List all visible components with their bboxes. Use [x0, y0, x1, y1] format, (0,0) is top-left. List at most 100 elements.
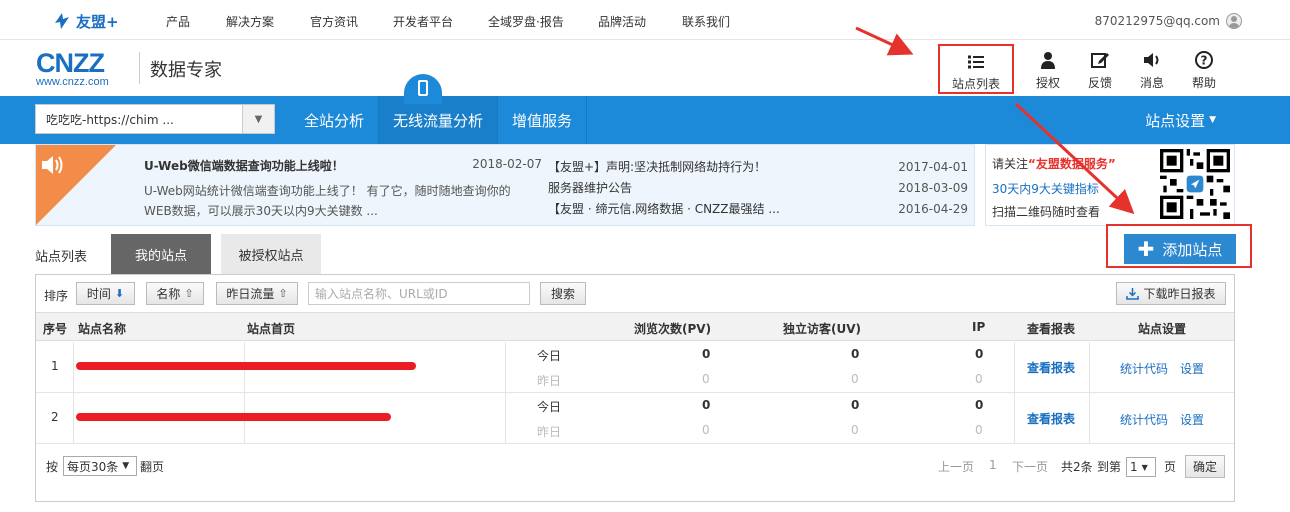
help-icon: ?: [1195, 51, 1213, 69]
authorize-button[interactable]: 授权: [1022, 44, 1074, 92]
notice-main-desc-line1: U-Web网站统计微信端查询功能上线了！ 有了它，随时随地查询你的: [144, 184, 511, 198]
follow-line2[interactable]: 30天内9大关键指标: [992, 180, 1099, 197]
search-button[interactable]: 搜索: [540, 282, 586, 305]
user-account[interactable]: 870212975@qq.com: [1095, 13, 1242, 29]
top-nav-contact[interactable]: 联系我们: [682, 13, 730, 30]
arrow-up-icon: ⇧: [278, 287, 288, 300]
authorize-label: 授权: [1035, 76, 1060, 90]
per-page-select[interactable]: 每页30条 ▼: [63, 456, 137, 476]
top-nav-developer[interactable]: 开发者平台: [393, 13, 453, 30]
uv-today: 0: [851, 398, 860, 412]
help-button[interactable]: ? 帮助: [1178, 44, 1230, 92]
view-report-link[interactable]: 查看报表: [1027, 359, 1075, 376]
product-name: 数据专家: [150, 60, 222, 81]
goto-suffix: 页: [1164, 460, 1177, 474]
col-pv: 浏览次数(PV): [634, 322, 712, 336]
notice-item-date: 2018-03-09: [898, 181, 968, 195]
user-avatar-icon: [1226, 13, 1242, 29]
sort-name-label: 名称: [156, 287, 181, 301]
cell-divider: [505, 342, 506, 393]
site-list-label: 站点列表: [951, 77, 1000, 91]
site-list-button[interactable]: 站点列表: [938, 44, 1014, 94]
add-site-highlight: ✚ 添加站点: [1106, 224, 1252, 268]
today-label: 今日: [537, 349, 562, 363]
download-report-label: 下载昨日报表: [1143, 287, 1216, 301]
mobile-phone-icon: [418, 80, 428, 96]
message-button[interactable]: 消息: [1126, 44, 1178, 92]
view-report-link[interactable]: 查看报表: [1027, 410, 1075, 427]
site-selector[interactable]: 吃吃吃-https://chim ... ▼: [35, 104, 275, 134]
tracking-code-link[interactable]: 统计代码: [1120, 411, 1168, 428]
notice-item[interactable]: 【友盟 · 缔元信.网络数据 · CNZZ最强结 ... 2016-04-29: [548, 199, 968, 220]
site-settings-menu[interactable]: 站点设置 ▼: [1145, 96, 1216, 144]
notice-list: 【友盟+】声明:坚决抵制网络劫持行为！ 2017-04-01 服务器维护公告 2…: [548, 157, 968, 220]
cell-divider: [73, 393, 74, 444]
top-nav-brand-events[interactable]: 品牌活动: [598, 13, 646, 30]
uv-yesterday: 0: [851, 372, 859, 386]
top-nav-product[interactable]: 产品: [166, 13, 190, 30]
prev-page-link[interactable]: 上一页: [938, 458, 974, 475]
cnzz-logo[interactable]: CNZZ www.cnzz.com: [36, 50, 132, 89]
top-nav-solutions[interactable]: 解决方案: [226, 13, 274, 30]
per-page-value: 每页30条: [67, 459, 119, 474]
list-icon: [968, 55, 984, 69]
umeng-brand[interactable]: 友盟+: [52, 9, 119, 33]
notice-panel: U-Web微信端数据查询功能上线啦！ 2018-02-07 U-Web网站统计微…: [35, 144, 975, 226]
site-search-input[interactable]: [308, 282, 530, 305]
speaker-icon: [1144, 53, 1159, 67]
help-label: 帮助: [1191, 76, 1216, 90]
goto-page-select[interactable]: 1 ▼: [1126, 457, 1156, 477]
arrow-down-icon: ⬇: [114, 287, 125, 300]
qr-code-icon: [1160, 149, 1230, 219]
ip-today: 0: [975, 347, 984, 361]
follow-highlight: “友盟数据服务”: [1028, 157, 1116, 171]
follow-line1: 请关注“友盟数据服务”: [992, 155, 1116, 172]
next-page-link[interactable]: 下一页: [1012, 458, 1048, 475]
site-settings-label: 站点设置: [1145, 111, 1206, 130]
add-site-button[interactable]: ✚ 添加站点: [1124, 234, 1236, 264]
tab-my-sites[interactable]: 我的站点: [111, 234, 211, 274]
sort-time-button[interactable]: 时间 ⬇: [76, 282, 135, 305]
per-page-prefix: 按: [46, 460, 59, 474]
col-ip: IP: [972, 320, 986, 334]
top-nav-compass[interactable]: 全域罗盘·报告: [488, 13, 564, 30]
pv-yesterday: 0: [702, 372, 710, 386]
main-nav-bar: 吃吃吃-https://chim ... ▼ 全站分析 无线流量分析 增值服务 …: [0, 74, 1290, 144]
total-count: 共2条: [1061, 460, 1093, 474]
site-settings-link[interactable]: 设置: [1180, 360, 1204, 377]
table-row: 2 今日 昨日 0 0 0 0 0 0 查看报表 统计代码 设置: [36, 393, 1234, 444]
notice-item-date: 2016-04-29: [898, 202, 968, 216]
caret-down-icon: ▼: [122, 461, 130, 471]
tab-authorized-sites[interactable]: 被授权站点: [221, 234, 321, 274]
yesterday-label: 昨日: [537, 374, 562, 388]
notice-item-date: 2017-04-01: [898, 160, 968, 174]
header-icons: 站点列表 授权 反馈 消息 ? 帮助: [938, 44, 1230, 94]
feedback-button[interactable]: 反馈: [1074, 44, 1126, 92]
top-nav-news[interactable]: 官方资讯: [310, 13, 358, 30]
today-label: 今日: [537, 400, 562, 414]
header: CNZZ www.cnzz.com 数据专家 站点列表 授权 反馈 消息 ? 帮…: [0, 40, 1290, 96]
notice-main-date: 2018-02-07: [472, 157, 542, 171]
notice-item[interactable]: 【友盟+】声明:坚决抵制网络劫持行为！ 2017-04-01: [548, 157, 968, 178]
message-label: 消息: [1139, 76, 1164, 90]
table-row: 1 今日 昨日 0 0 0 0 0 0 查看报表 统计代码 设置: [36, 342, 1234, 393]
cell-divider: [1014, 342, 1015, 393]
nav-site-analysis[interactable]: 全站分析: [290, 96, 380, 144]
user-email: 870212975@qq.com: [1094, 14, 1220, 28]
download-report-button[interactable]: 下载昨日报表: [1116, 282, 1226, 305]
sort-name-button[interactable]: 名称 ⇧: [146, 282, 204, 305]
goto-confirm-button[interactable]: 确定: [1185, 455, 1225, 478]
ip-yesterday: 0: [975, 423, 983, 437]
sort-traffic-button[interactable]: 昨日流量 ⇧: [216, 282, 298, 305]
chevron-down-icon[interactable]: ▼: [242, 105, 274, 133]
col-uv: 独立访客(UV): [783, 322, 862, 336]
arrow-up-icon: ⇧: [184, 287, 194, 300]
table-header: 序号 站点名称 站点首页 浏览次数(PV) 独立访客(UV) IP 查看报表 站…: [36, 313, 1234, 341]
tracking-code-link[interactable]: 统计代码: [1120, 360, 1168, 377]
nav-value-added[interactable]: 增值服务: [498, 96, 588, 144]
ip-yesterday: 0: [975, 372, 983, 386]
follow-box: 请关注“友盟数据服务” 30天内9大关键指标 扫描二维码随时查看: [985, 144, 1235, 226]
notice-item[interactable]: 服务器维护公告 2018-03-09: [548, 178, 968, 199]
site-settings-link[interactable]: 设置: [1180, 411, 1204, 428]
site-selector-value: 吃吃吃-https://chim ...: [46, 112, 174, 127]
